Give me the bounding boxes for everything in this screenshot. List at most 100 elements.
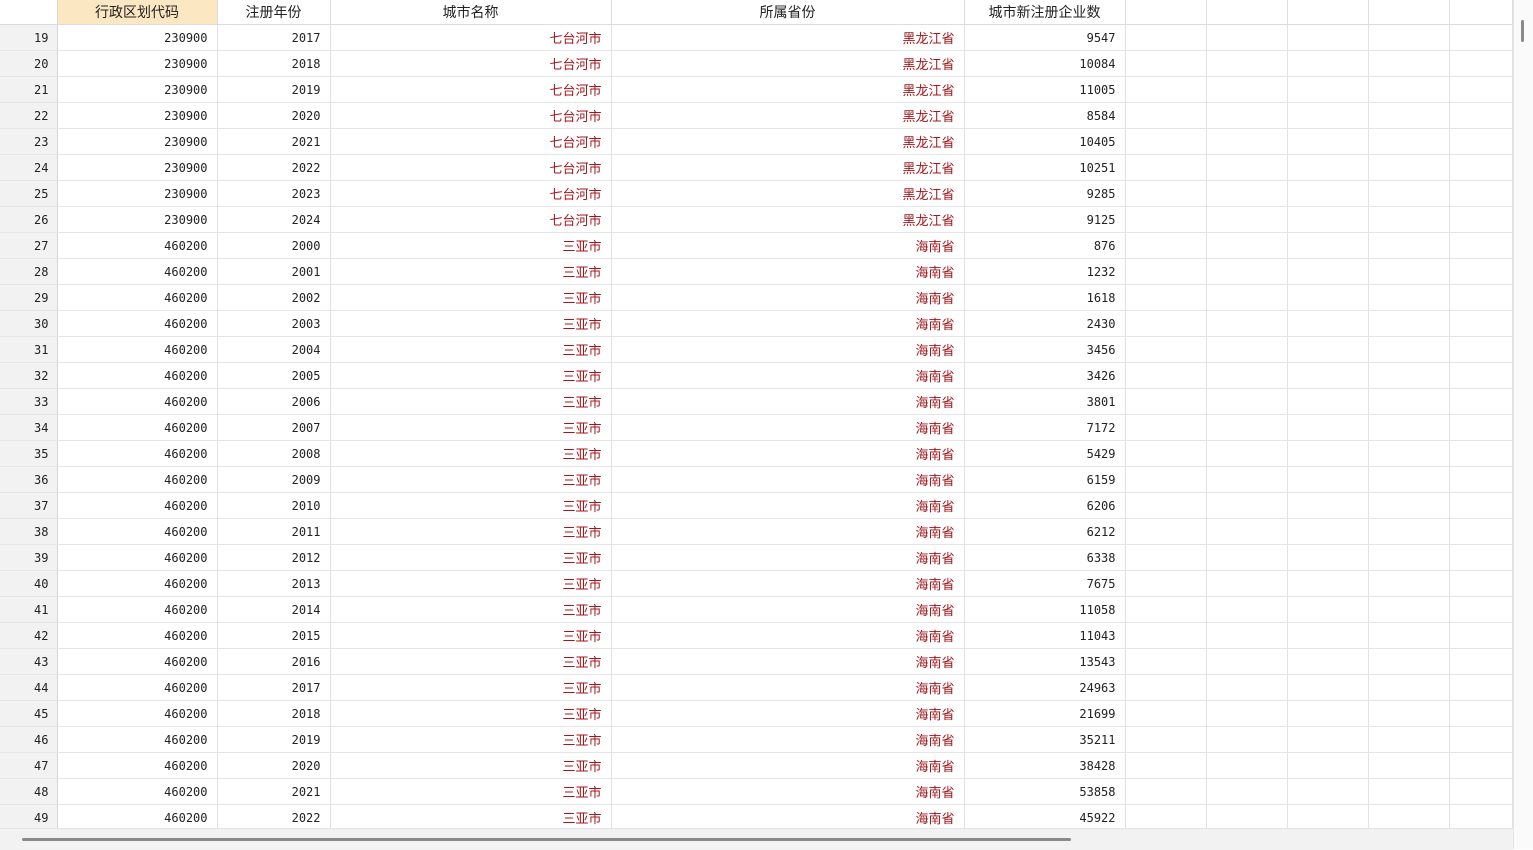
empty-cell[interactable] <box>1368 310 1450 337</box>
cell-province[interactable]: 海南省 <box>611 466 965 493</box>
empty-cell[interactable] <box>1287 804 1369 831</box>
empty-cell[interactable] <box>1206 154 1288 181</box>
empty-cell[interactable] <box>1287 388 1369 415</box>
empty-cell[interactable] <box>1449 778 1513 805</box>
empty-cell[interactable] <box>1368 362 1450 389</box>
cell-city-name[interactable]: 七台河市 <box>330 50 612 77</box>
empty-cell[interactable] <box>1206 622 1288 649</box>
empty-cell[interactable] <box>1125 518 1207 545</box>
cell-admin-code[interactable]: 460200 <box>57 232 218 259</box>
cell-city-name[interactable]: 三亚市 <box>330 336 612 363</box>
empty-cell[interactable] <box>1449 206 1513 233</box>
cell-reg-year[interactable]: 2008 <box>217 440 331 467</box>
table-row[interactable]: 40 460200 2013 三亚市 海南省 7675 <box>0 570 1513 597</box>
cell-reg-year[interactable]: 2016 <box>217 648 331 675</box>
cell-new-firms[interactable]: 3426 <box>964 362 1126 389</box>
cell-reg-year[interactable]: 2013 <box>217 570 331 597</box>
cell-new-firms[interactable]: 11043 <box>964 622 1126 649</box>
cell-province[interactable]: 海南省 <box>611 284 965 311</box>
empty-cell[interactable] <box>1125 310 1207 337</box>
empty-cell[interactable] <box>1368 778 1450 805</box>
table-row[interactable]: 38 460200 2011 三亚市 海南省 6212 <box>0 518 1513 545</box>
cell-new-firms[interactable]: 10405 <box>964 128 1126 155</box>
table-row[interactable]: 44 460200 2017 三亚市 海南省 24963 <box>0 674 1513 701</box>
empty-cell[interactable] <box>1206 726 1288 753</box>
cell-admin-code[interactable]: 230900 <box>57 50 218 77</box>
table-row[interactable]: 25 230900 2023 七台河市 黑龙江省 9285 <box>0 180 1513 207</box>
empty-cell[interactable] <box>1287 310 1369 337</box>
cell-reg-year[interactable]: 2019 <box>217 76 331 103</box>
row-number[interactable]: 45 <box>0 700 58 727</box>
row-number[interactable]: 41 <box>0 596 58 623</box>
cell-province[interactable]: 海南省 <box>611 492 965 519</box>
empty-cell[interactable] <box>1287 232 1369 259</box>
table-row[interactable]: 34 460200 2007 三亚市 海南省 7172 <box>0 414 1513 441</box>
cell-city-name[interactable]: 三亚市 <box>330 310 612 337</box>
empty-cell[interactable] <box>1368 726 1450 753</box>
empty-cell[interactable] <box>1449 102 1513 129</box>
vertical-scrollbar[interactable] <box>1513 0 1533 849</box>
cell-city-name[interactable]: 七台河市 <box>330 154 612 181</box>
cell-admin-code[interactable]: 460200 <box>57 518 218 545</box>
empty-cell[interactable] <box>1449 648 1513 675</box>
table-row[interactable]: 47 460200 2020 三亚市 海南省 38428 <box>0 752 1513 779</box>
empty-cell[interactable] <box>1287 128 1369 155</box>
cell-province[interactable]: 海南省 <box>611 570 965 597</box>
empty-cell[interactable] <box>1206 24 1288 51</box>
empty-cell[interactable] <box>1206 310 1288 337</box>
empty-cell[interactable] <box>1125 258 1207 285</box>
row-number[interactable]: 29 <box>0 284 58 311</box>
empty-cell[interactable] <box>1449 128 1513 155</box>
empty-cell[interactable] <box>1368 596 1450 623</box>
cell-new-firms[interactable]: 6206 <box>964 492 1126 519</box>
empty-cell[interactable] <box>1368 388 1450 415</box>
empty-cell[interactable] <box>1125 778 1207 805</box>
empty-cell[interactable] <box>1125 440 1207 467</box>
table-row[interactable]: 30 460200 2003 三亚市 海南省 2430 <box>0 310 1513 337</box>
cell-province[interactable]: 海南省 <box>611 544 965 571</box>
row-number[interactable]: 48 <box>0 778 58 805</box>
cell-admin-code[interactable]: 460200 <box>57 440 218 467</box>
empty-cell[interactable] <box>1206 648 1288 675</box>
cell-reg-year[interactable]: 2019 <box>217 726 331 753</box>
cell-province[interactable]: 海南省 <box>611 310 965 337</box>
cell-admin-code[interactable]: 460200 <box>57 310 218 337</box>
cell-province[interactable]: 黑龙江省 <box>611 206 965 233</box>
empty-cell[interactable] <box>1125 336 1207 363</box>
cell-city-name[interactable]: 三亚市 <box>330 700 612 727</box>
cell-admin-code[interactable]: 460200 <box>57 466 218 493</box>
cell-city-name[interactable]: 七台河市 <box>330 128 612 155</box>
empty-cell[interactable] <box>1449 804 1513 831</box>
empty-cell[interactable] <box>1206 674 1288 701</box>
cell-admin-code[interactable]: 460200 <box>57 414 218 441</box>
empty-cell[interactable] <box>1368 648 1450 675</box>
empty-cell[interactable] <box>1449 414 1513 441</box>
empty-cell[interactable] <box>1125 206 1207 233</box>
empty-cell[interactable] <box>1368 700 1450 727</box>
cell-reg-year[interactable]: 2014 <box>217 596 331 623</box>
cell-reg-year[interactable]: 2007 <box>217 414 331 441</box>
empty-cell[interactable] <box>1125 492 1207 519</box>
cell-province[interactable]: 海南省 <box>611 700 965 727</box>
empty-cell[interactable] <box>1449 310 1513 337</box>
empty-cell[interactable] <box>1287 596 1369 623</box>
empty-cell[interactable] <box>1206 362 1288 389</box>
empty-cell[interactable] <box>1206 102 1288 129</box>
row-number[interactable]: 19 <box>0 24 58 51</box>
cell-admin-code[interactable]: 230900 <box>57 128 218 155</box>
cell-province[interactable]: 海南省 <box>611 258 965 285</box>
empty-cell[interactable] <box>1287 440 1369 467</box>
cell-new-firms[interactable]: 7172 <box>964 414 1126 441</box>
row-number[interactable]: 37 <box>0 492 58 519</box>
cell-admin-code[interactable]: 460200 <box>57 778 218 805</box>
cell-province[interactable]: 黑龙江省 <box>611 76 965 103</box>
empty-cell[interactable] <box>1368 414 1450 441</box>
empty-cell[interactable] <box>1449 726 1513 753</box>
row-number[interactable]: 32 <box>0 362 58 389</box>
empty-cell[interactable] <box>1125 154 1207 181</box>
cell-admin-code[interactable]: 460200 <box>57 258 218 285</box>
column-header-empty[interactable] <box>1125 0 1207 25</box>
empty-cell[interactable] <box>1368 50 1450 77</box>
empty-cell[interactable] <box>1287 674 1369 701</box>
cell-city-name[interactable]: 三亚市 <box>330 596 612 623</box>
